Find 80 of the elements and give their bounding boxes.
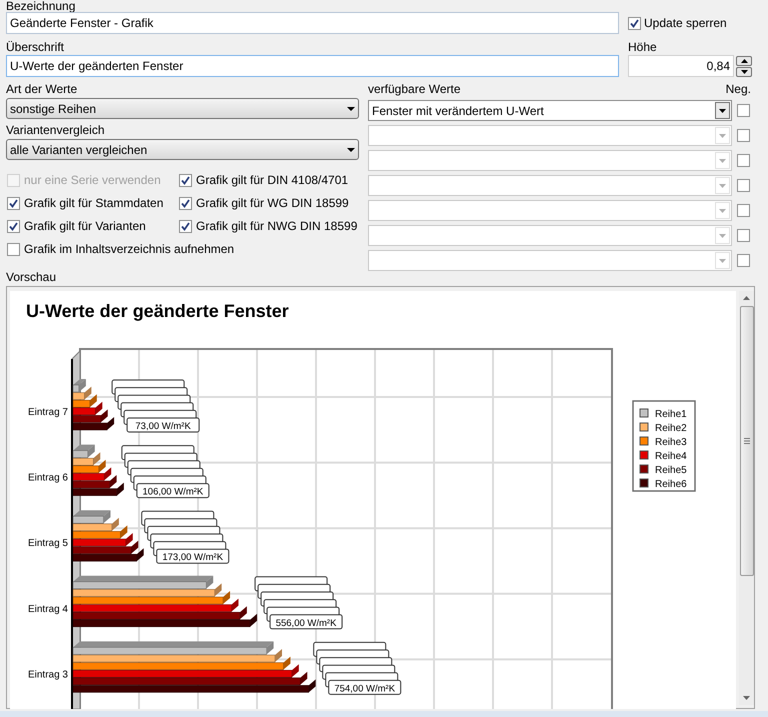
input-field[interactable]: U-Werte der geänderten Fenster <box>6 55 619 77</box>
dropdown-arrow-icon <box>719 158 726 162</box>
bar <box>72 548 144 562</box>
checkbox-label: Grafik gilt für Varianten <box>24 218 146 235</box>
checkbox-label: Grafik gilt für NWG DIN 18599 <box>196 218 358 235</box>
scroll-up-arrow-icon <box>743 296 750 300</box>
bar <box>72 460 106 474</box>
value-label: 754,00 W/m²K <box>328 680 402 695</box>
checkbox-label: Grafik im Inhaltsverzeichnis aufnehmen <box>24 241 234 258</box>
dropdown-arrow-icon <box>719 234 726 238</box>
bar <box>72 482 124 496</box>
dropdown-arrow-icon <box>719 258 726 262</box>
bar <box>72 467 112 481</box>
dropdown[interactable]: sonstige Reihen <box>6 98 359 119</box>
dropdown-arrow-icon <box>719 134 726 138</box>
scrollbar[interactable] <box>739 291 754 705</box>
checkbox[interactable] <box>7 220 20 232</box>
checkbox-label: Grafik gilt für WG DIN 18599 <box>196 195 349 212</box>
category-label: Eintrag 7 <box>28 407 68 418</box>
bar <box>72 518 119 532</box>
value-label: 106,00 W/m²K <box>136 483 210 498</box>
spin-down-button[interactable] <box>736 66 752 76</box>
legend-label: Reihe4 <box>655 451 687 462</box>
column-label: Neg. <box>726 82 751 96</box>
checkbox-label: nur eine Serie verwenden <box>24 172 161 189</box>
field-label: verfügbare Werte <box>368 82 460 96</box>
bar <box>72 394 97 408</box>
checkbox[interactable] <box>628 16 641 30</box>
number-field[interactable]: 0,84 <box>628 55 734 77</box>
checkbox[interactable] <box>7 196 20 210</box>
checkbox[interactable] <box>179 220 192 232</box>
value-label: 556,00 W/m²K <box>270 614 343 630</box>
dropdown[interactable]: Fenster mit verändertem U-Wert <box>368 100 732 121</box>
bar <box>72 525 128 539</box>
grip-icon <box>744 438 750 444</box>
field-label: Art der Werte <box>6 82 78 96</box>
category-label: Eintrag 4 <box>28 604 68 615</box>
spin-up-button[interactable] <box>736 56 752 66</box>
checkbox[interactable] <box>179 174 192 186</box>
field-label: Bezeichnung <box>6 0 76 12</box>
field-label: Höhe <box>628 40 657 54</box>
legend-label: Reihe1 <box>655 409 687 420</box>
chart-title: U-Werte der geänderte Fenster <box>26 301 289 321</box>
checkbox-label: Grafik gilt für Stammdaten <box>24 195 164 212</box>
bar <box>72 409 108 423</box>
legend-label: Reihe2 <box>655 423 687 434</box>
scroll-down-arrow-icon <box>743 696 750 700</box>
category-label: Eintrag 5 <box>28 538 68 550</box>
bar <box>72 540 138 554</box>
legend-label: Reihe5 <box>655 465 687 476</box>
dropdown-arrow-icon <box>347 106 355 110</box>
down-arrow-icon <box>740 70 748 74</box>
legend-label: Reihe3 <box>655 437 687 448</box>
field-label: Überschrift <box>6 40 66 54</box>
value-label: 73,00 W/m²K <box>126 418 200 432</box>
checkbox[interactable] <box>179 196 192 210</box>
category-label: Eintrag 6 <box>28 472 68 484</box>
checkbox-label: Grafik gilt für DIN 4108/4701 <box>196 172 348 189</box>
bar <box>72 475 117 488</box>
bar <box>72 417 114 430</box>
dropdown-arrow-icon <box>719 108 726 112</box>
up-arrow-icon <box>740 58 748 62</box>
legend-label: Reihe6 <box>655 479 687 490</box>
bar <box>72 452 100 466</box>
bar <box>72 386 92 400</box>
checkbox-label: Update sperren <box>644 15 727 32</box>
section-label: Vorschau <box>6 270 58 284</box>
dropdown[interactable]: alle Varianten vergleichen <box>6 139 359 160</box>
value-label: 173,00 W/m²K <box>156 548 230 564</box>
bar <box>72 402 102 416</box>
dropdown-arrow-icon <box>719 184 726 188</box>
scrollbar-thumb[interactable] <box>740 306 754 576</box>
field-label: Variantenvergleich <box>6 123 106 137</box>
category-label: Eintrag 3 <box>28 669 68 680</box>
dropdown-arrow-icon <box>347 148 355 152</box>
bar <box>72 533 133 546</box>
input-field[interactable]: Geänderte Fenster - Grafik <box>6 12 619 34</box>
checkbox[interactable] <box>7 242 20 256</box>
dropdown-arrow-icon <box>719 208 726 212</box>
checkbox[interactable] <box>737 104 750 117</box>
